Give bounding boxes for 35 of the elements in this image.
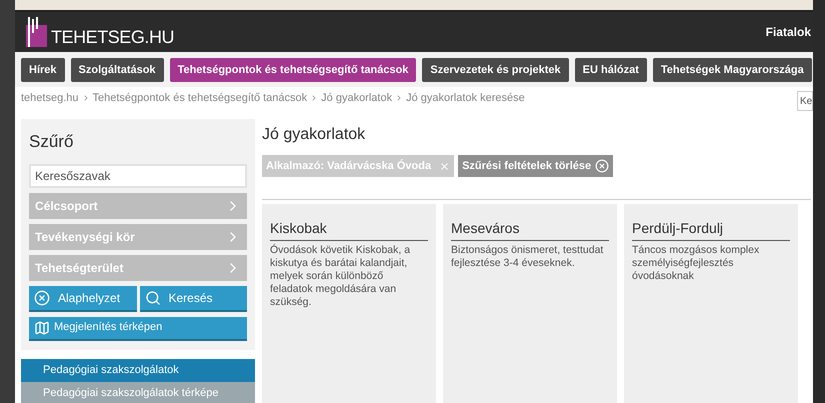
page-title: Jó gyakorlatok xyxy=(262,125,366,145)
nav-tab[interactable]: Szervezetek és projektek xyxy=(422,58,569,82)
practice-card[interactable]: Meseváros Biztonságos önismeret, testtudat fejlesztése 3-4 éveseknek. xyxy=(443,204,617,403)
search-field[interactable]: Ke xyxy=(797,91,813,111)
close-circle-icon xyxy=(595,159,610,173)
reset-button[interactable]: Alaphelyzet xyxy=(29,286,136,312)
breadcrumb-link[interactable]: tehetseg.hu xyxy=(21,90,78,106)
nav-tab[interactable]: Tehetségek Magyarországa xyxy=(652,58,812,82)
nav-tab[interactable]: Szolgáltatások xyxy=(70,58,164,82)
card-description: Táncos mozgásos komplex személyiségfejlesztés óvodásoknak xyxy=(632,244,760,283)
practice-card[interactable]: Kiskobak Óvodások követik Kiskobak, a kiskutya és barátai kalandjait, melyek során különböző feladatok megoldására van szükség. xyxy=(262,204,436,403)
map-button[interactable]: Megjelenítés térképen xyxy=(29,316,247,340)
search-icon xyxy=(144,290,160,306)
map-icon xyxy=(34,320,50,336)
filter-title: Szűrő xyxy=(29,131,74,153)
close-circle-icon xyxy=(34,290,50,306)
nav-tab[interactable]: Hírek xyxy=(21,58,65,82)
search-button[interactable]: Keresés xyxy=(140,286,247,312)
nav-tab[interactable]: Tehetségpontok és tehetségsegítő tanácsok xyxy=(170,58,416,82)
logo-icon xyxy=(23,17,49,47)
breadcrumb-link[interactable]: Tehetségpontok és tehetségsegítő tanácsok xyxy=(92,90,308,106)
practice-card[interactable]: Perdülj-Fordulj Táncos mozgásos komplex személyiségfejlesztés óvodásoknak xyxy=(624,204,798,403)
user-link[interactable]: Fiatalok xyxy=(766,23,811,41)
card-description: Óvodások követik Kiskobak, a kiskutya és barátai kalandjait, melyek során különböző feladatok megoldására van szükség. xyxy=(270,244,412,309)
keyword-field[interactable]: Keresőszavak xyxy=(29,164,247,188)
card-title[interactable]: Kiskobak xyxy=(270,218,428,241)
card-title[interactable]: Meseváros xyxy=(451,218,609,241)
side-menu-item[interactable]: Pedagógiai szakszolgálatok xyxy=(21,358,255,382)
close-icon xyxy=(439,160,450,172)
clear-filters-button[interactable]: Szűrési feltételek törlése xyxy=(458,155,614,177)
card-description: Biztonságos önismeret, testtudat fejlesztése 3-4 éveseknek. xyxy=(451,244,604,270)
card-title[interactable]: Perdülj-Fordulj xyxy=(632,218,790,241)
nav-tab[interactable]: EU hálózat xyxy=(574,58,647,82)
breadcrumb-link[interactable]: Jó gyakorlatok xyxy=(321,90,392,106)
site-logo-text[interactable]: TEHETSEG.HU xyxy=(51,27,174,47)
